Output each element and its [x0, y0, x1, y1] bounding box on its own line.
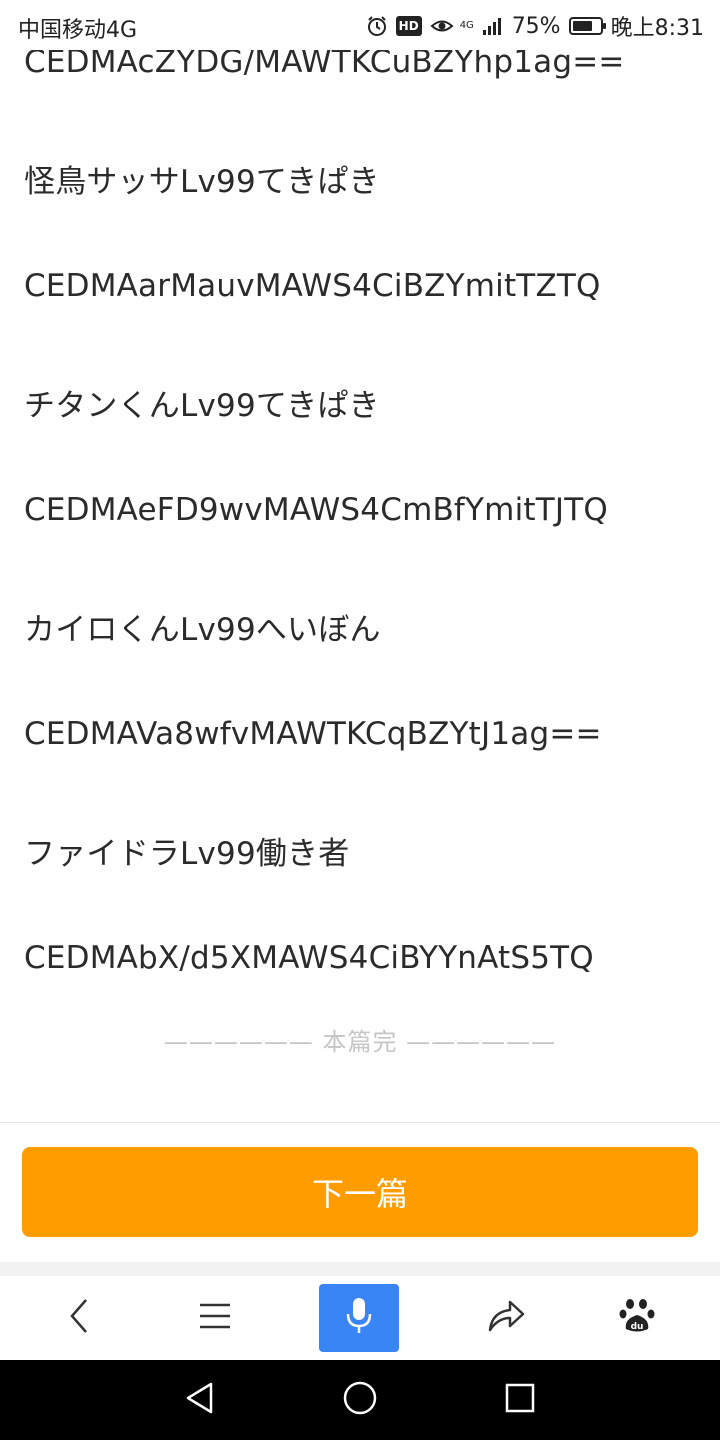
- baidu-button[interactable]: du: [597, 1276, 677, 1360]
- back-icon: [64, 1296, 94, 1340]
- next-article-button[interactable]: 下一篇: [22, 1147, 698, 1237]
- article-line: 怪鳥サッサLv99てきぱき: [24, 164, 380, 200]
- article-content: CEDMAcZYDG/MAWTKCuBZYhp1ag== 怪鳥サッサLv99てき…: [0, 0, 720, 1122]
- clock: 晚上8:31: [610, 16, 704, 41]
- baidu-paw-icon: du: [618, 1297, 656, 1339]
- eye-comfort-icon: [430, 15, 454, 37]
- article-line: CEDMAeFD9wvMAWS4CmBfYmitTJTQ: [24, 492, 608, 528]
- article-line: チタンくんLv99てきぱき: [24, 388, 380, 424]
- alarm-icon: [366, 15, 388, 37]
- signal-strength-icon: [482, 15, 504, 37]
- microphone-icon: [344, 1296, 374, 1340]
- browser-toolbar: du: [0, 1276, 720, 1360]
- article-line: CEDMAarMauvMAWS4CiBZYmitTZTQ: [24, 268, 601, 304]
- article-line: ファイドラLv99働き者: [24, 836, 350, 872]
- menu-button[interactable]: [175, 1276, 255, 1360]
- carrier-label: 中国移动4G: [18, 18, 138, 43]
- network-type-label: 4G: [459, 20, 474, 31]
- nav-back-button[interactable]: [160, 1360, 240, 1440]
- nav-recents-button[interactable]: [480, 1360, 560, 1440]
- share-icon: [486, 1298, 526, 1338]
- article-line: CEDMAVa8wfvMAWTKCqBZYtJ1ag==: [24, 716, 602, 752]
- divider: [0, 1122, 720, 1123]
- separator-band: [0, 1262, 720, 1276]
- status-bar: 中国移动4G HD 4G 75% 晚上8:31: [0, 0, 720, 50]
- battery-percent: 75%: [511, 13, 561, 39]
- nav-recents-icon: [504, 1382, 536, 1418]
- nav-home-icon: [342, 1380, 378, 1420]
- article-line: CEDMAbX/d5XMAWS4CiBYYnAtS5TQ: [24, 940, 594, 976]
- share-button[interactable]: [466, 1276, 546, 1360]
- menu-icon: [198, 1301, 232, 1335]
- article-line: カイロくんLv99へいぼん: [24, 612, 381, 648]
- end-of-article-marker: —————— 本篇完 ——————: [163, 1028, 557, 1056]
- back-button[interactable]: [39, 1276, 119, 1360]
- system-navigation-bar: [0, 1360, 720, 1440]
- hd-icon: HD: [395, 16, 422, 36]
- voice-search-button[interactable]: [319, 1284, 399, 1352]
- nav-back-icon: [183, 1381, 217, 1419]
- battery-icon: [568, 17, 606, 35]
- nav-home-button[interactable]: [320, 1360, 400, 1440]
- svg-text:du: du: [631, 1322, 644, 1332]
